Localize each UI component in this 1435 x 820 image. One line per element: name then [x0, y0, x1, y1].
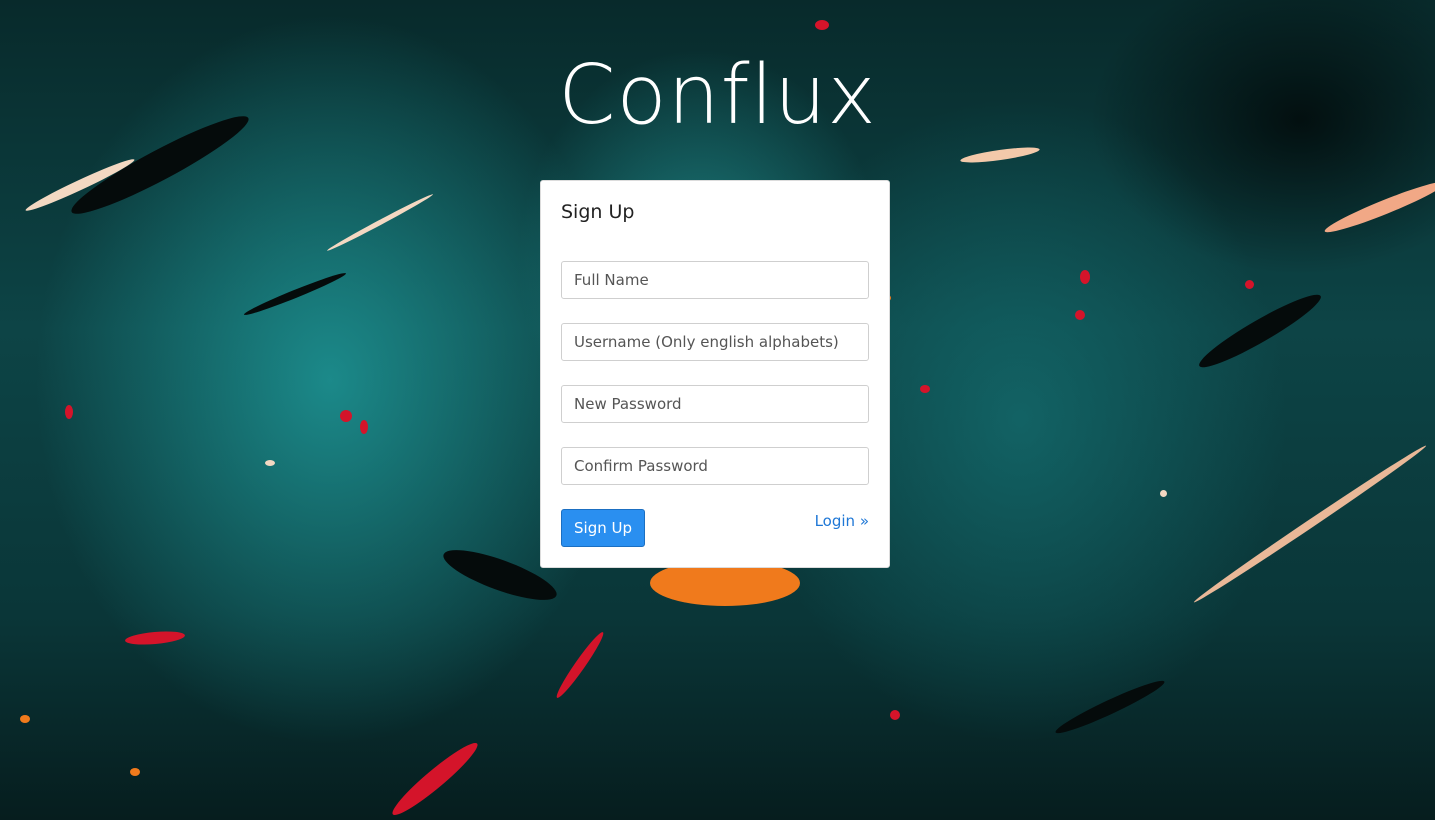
paint-streak [959, 144, 1041, 166]
paint-speck [360, 420, 368, 434]
paint-speck [340, 410, 352, 422]
paint-speck [1075, 310, 1085, 320]
paint-streak [1193, 286, 1327, 376]
paint-streak [387, 736, 483, 820]
signup-card: Sign Up Sign Up Login » [540, 180, 890, 568]
paint-streak [124, 629, 186, 647]
login-link[interactable]: Login » [815, 512, 869, 530]
paint-speck [265, 460, 275, 466]
paint-speck [65, 405, 73, 419]
paint-streak [325, 192, 435, 253]
paint-speck [20, 715, 30, 723]
paint-speck [815, 20, 829, 30]
paint-streak [242, 269, 348, 319]
paint-speck [890, 710, 900, 720]
full-name-input[interactable] [561, 261, 869, 299]
form-title: Sign Up [561, 201, 635, 223]
paint-streak [1322, 176, 1435, 238]
paint-speck [130, 768, 140, 776]
paint-streak [552, 629, 608, 701]
new-password-input[interactable] [561, 385, 869, 423]
paint-speck [1160, 490, 1167, 497]
sign-up-button[interactable]: Sign Up [561, 509, 645, 547]
paint-streak [1052, 675, 1168, 739]
paint-speck [1245, 280, 1254, 289]
paint-speck [1080, 270, 1090, 284]
confirm-password-input[interactable] [561, 447, 869, 485]
paint-streak [1191, 442, 1429, 606]
username-input[interactable] [561, 323, 869, 361]
app-logo-title: Conflux [558, 48, 877, 143]
paint-speck [920, 385, 930, 393]
